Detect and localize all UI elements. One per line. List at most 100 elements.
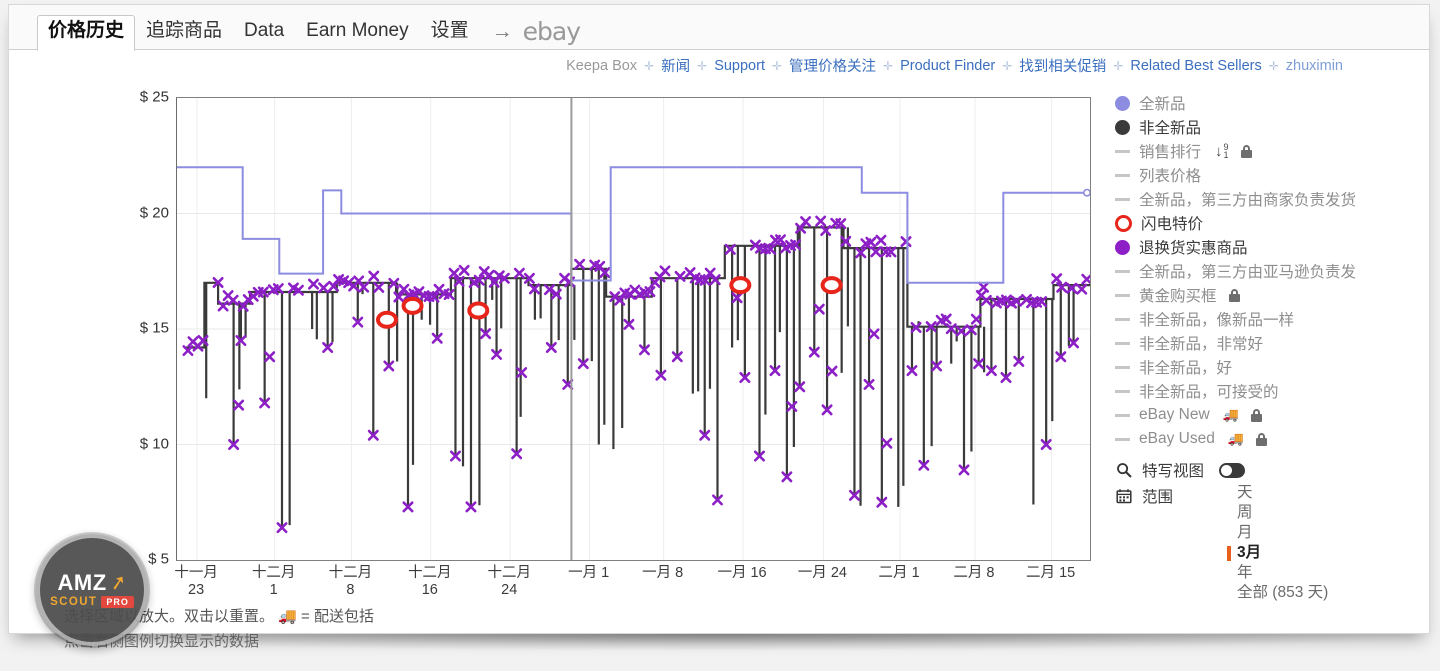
sort-descending-icon[interactable]: ↓ 9 1 <box>1215 142 1229 160</box>
range-option-4[interactable]: 年 <box>1227 563 1328 583</box>
down-arrow-icon: ↓ <box>1215 142 1223 160</box>
x-tick-day: 1 <box>269 582 278 598</box>
y-tick-10: $ 10 <box>139 435 169 452</box>
x-tick-6: 一月 8 <box>642 565 683 582</box>
x-tick-month: 十二月 <box>328 565 373 581</box>
tab-4[interactable]: 设置 <box>420 15 480 50</box>
x-tick-month: 一月 24 <box>797 565 847 581</box>
legend-label: 非全新品 <box>1139 120 1202 137</box>
sort-low: 1 <box>1223 150 1229 160</box>
x-tick-month: 一月 1 <box>568 565 610 581</box>
legend-item-11[interactable]: 非全新品，好 <box>1115 355 1425 379</box>
legend-dash-icon <box>1115 197 1130 201</box>
y-tick-15: $ 15 <box>139 319 169 337</box>
ebay-link-group[interactable]: → ebay <box>491 19 581 50</box>
panel-drop-shadow <box>22 634 1414 650</box>
badge-amz-text: AMZ <box>57 570 107 595</box>
legend-dash-icon <box>1115 293 1130 297</box>
sort-range-numbers: 91 <box>1223 143 1229 160</box>
tab-1[interactable]: 追踪商品 <box>135 15 233 50</box>
legend-item-0[interactable]: 全新品 <box>1115 91 1425 115</box>
nav-link-3[interactable]: 管理价格关注 <box>789 55 876 76</box>
legend-item-13[interactable]: eBay New 🚚 <box>1115 403 1425 427</box>
price-history-plot[interactable] <box>176 97 1091 561</box>
nav-link-4[interactable]: Product Finder <box>900 58 995 74</box>
chart-controls: 特写视图 范围 天 周 月 3月 年 全部 (853 天) <box>1115 457 1425 601</box>
legend-label: 黄金购买框 <box>1139 288 1217 305</box>
range-option-2[interactable]: 月 <box>1227 523 1328 543</box>
x-tick-month: 二月 1 <box>878 565 920 581</box>
legend-label: 全新品 <box>1139 96 1186 113</box>
legend-label: 非全新品，像新品一样 <box>1139 312 1295 329</box>
tab-3[interactable]: Earn Money <box>295 15 419 50</box>
legend-label: 非全新品，非常好 <box>1139 336 1264 353</box>
legend-item-7[interactable]: 全新品，第三方由亚马逊负责发 <box>1115 259 1425 283</box>
range-option-0[interactable]: 天 <box>1227 483 1328 503</box>
x-tick-0: 十一月 23 <box>174 565 218 599</box>
tab-2[interactable]: Data <box>233 15 295 50</box>
growth-arrow-icon: ➚ <box>107 570 129 596</box>
tab-list: 价格历史 追踪商品 Data Earn Money 设置 → ebay <box>37 15 581 51</box>
legend-dash-icon <box>1115 317 1130 321</box>
legend-item-6[interactable]: 退换货实惠商品 <box>1115 235 1425 259</box>
legend-item-14[interactable]: eBay Used 🚚 <box>1115 427 1425 451</box>
nav-link-5[interactable]: 找到相关促销 <box>1019 55 1106 76</box>
x-tick-3: 十二月 16 <box>408 565 452 599</box>
legend-label: 列表价格 <box>1139 168 1202 185</box>
closeup-view-row[interactable]: 特写视图 <box>1115 457 1425 483</box>
legend-label: 全新品，第三方由商家负责发货 <box>1139 192 1357 209</box>
right-arrow-icon: → <box>491 20 513 43</box>
legend-item-8[interactable]: 黄金购买框 <box>1115 283 1425 307</box>
amzscout-logo-badge: AMZ ➚ SCOUT PRO <box>36 534 148 646</box>
legend-label: 销售排行 <box>1139 144 1202 161</box>
range-option-5[interactable]: 全部 (853 天) <box>1227 583 1328 603</box>
x-tick-7: 一月 16 <box>717 565 766 582</box>
y-tick-5: $ 5 <box>148 550 169 568</box>
nav-link-1[interactable]: 新闻 <box>661 55 690 76</box>
x-tick-2: 十二月 8 <box>329 565 373 599</box>
y-axis-labels: $ 5 $ 10 $ 15 $ 20 $ 25 <box>109 89 169 568</box>
nav-link-2[interactable]: Support <box>714 58 765 74</box>
keepa-panel: 价格历史 追踪商品 Data Earn Money 设置 → ebay Keepa Box ✛… <box>8 4 1430 650</box>
legend-item-3[interactable]: 列表价格 <box>1115 163 1425 187</box>
legend-dash-icon <box>1115 437 1130 441</box>
ebay-logo[interactable]: ebay <box>523 19 581 44</box>
legend-dash-icon <box>1115 173 1130 177</box>
range-option-3[interactable]: 3月 <box>1227 543 1328 563</box>
x-tick-day: 23 <box>188 582 205 598</box>
legend-label: 退换货实惠商品 <box>1139 240 1248 257</box>
legend-item-5[interactable]: 闪电特价 <box>1115 211 1425 235</box>
legend-item-2[interactable]: 销售排行 ↓ 9 1 <box>1115 139 1425 163</box>
range-options: 天周月 3月年全部 (853 天) <box>1227 483 1328 603</box>
legend-dash-icon <box>1115 341 1130 345</box>
x-tick-month: 十二月 <box>487 565 531 581</box>
badge-bottom-row: SCOUT PRO <box>50 596 134 608</box>
legend-item-1[interactable]: 非全新品 <box>1115 115 1425 139</box>
nav-link-6[interactable]: Related Best Sellers <box>1130 58 1261 74</box>
x-tick-day: 8 <box>346 582 355 598</box>
x-tick-month: 一月 16 <box>717 565 767 581</box>
legend-dash-icon <box>1115 365 1130 369</box>
truck-icon: 🚚 <box>1222 407 1239 422</box>
legend-label: 全新品，第三方由亚马逊负责发 <box>1139 264 1357 281</box>
tab-bar: 价格历史 追踪商品 Data Earn Money 设置 → ebay <box>9 5 1429 51</box>
legend-label: eBay Used <box>1139 430 1215 447</box>
range-option-1[interactable]: 周 <box>1227 503 1328 523</box>
tab-0[interactable]: 价格历史 <box>37 15 136 51</box>
x-tick-9: 二月 1 <box>879 565 920 582</box>
x-tick-8: 一月 24 <box>798 565 847 582</box>
lightning-deal-markers <box>375 276 843 329</box>
legend-dot-icon <box>1115 119 1130 135</box>
legend-item-12[interactable]: 非全新品，可接受的 <box>1115 379 1425 403</box>
legend-item-4[interactable]: 全新品，第三方由商家负责发货 <box>1115 187 1425 211</box>
closeup-view-toggle[interactable] <box>1219 462 1246 478</box>
nav-separator-icon: ✛ <box>1268 58 1279 73</box>
legend-label: eBay New <box>1139 406 1210 423</box>
legend-item-9[interactable]: 非全新品，像新品一样 <box>1115 307 1425 331</box>
truck-icon: 🚚 <box>278 608 297 625</box>
nav-link-7[interactable]: zhuximin <box>1286 58 1343 74</box>
legend-item-10[interactable]: 非全新品，非常好 <box>1115 331 1425 355</box>
legend-dash-icon <box>1115 389 1130 393</box>
used-price-spikes <box>205 227 1075 528</box>
nav-separator-icon: ✛ <box>771 58 783 73</box>
